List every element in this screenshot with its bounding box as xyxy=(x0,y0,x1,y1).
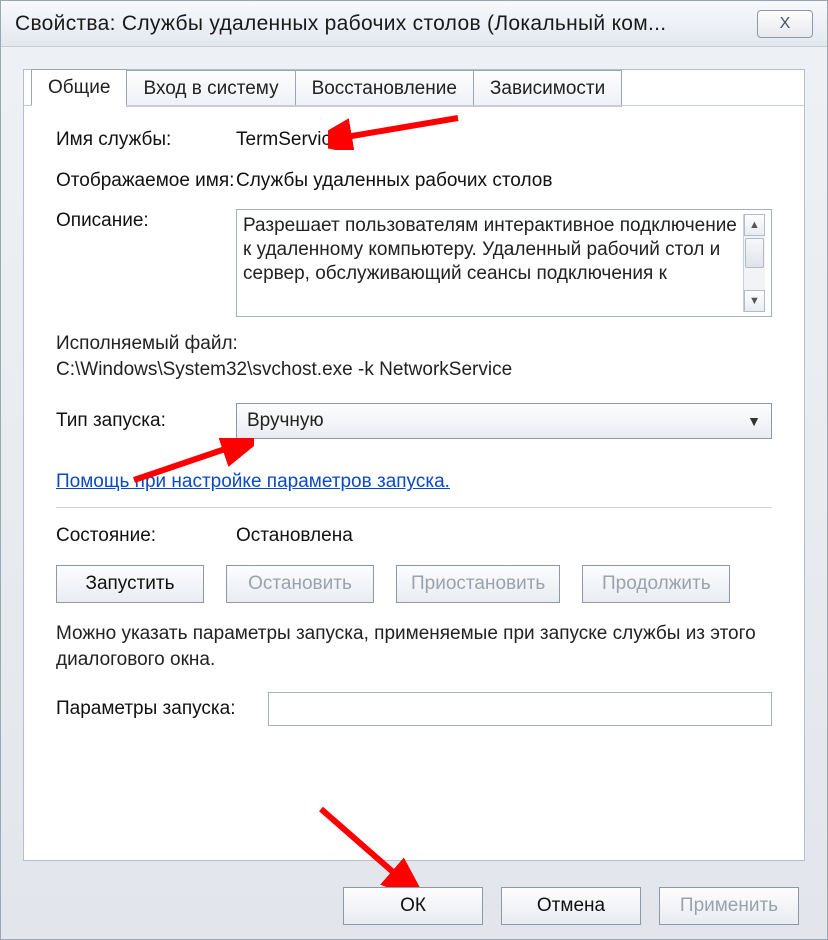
startup-params-input[interactable] xyxy=(268,692,772,726)
state-label: Состояние: xyxy=(56,524,236,549)
content-panel: Общие Вход в систему Восстановление Зави… xyxy=(23,69,805,861)
tabstrip: Общие Вход в систему Восстановление Зави… xyxy=(24,69,804,106)
display-name-value: Службы удаленных рабочих столов xyxy=(236,169,772,194)
executable-path: C:\Windows\System32\svchost.exe -k Netwo… xyxy=(56,359,772,381)
tab-label: Восстановление xyxy=(312,78,457,99)
state-button-row: Запустить Остановить Приостановить Продо… xyxy=(56,565,772,603)
cancel-button[interactable]: Отмена xyxy=(501,887,641,925)
tab-body-general: Имя службы: TermService Отображаемое имя… xyxy=(24,105,804,855)
scroll-thumb[interactable] xyxy=(745,238,764,268)
divider xyxy=(56,507,772,508)
tab-recovery[interactable]: Восстановление xyxy=(295,70,474,107)
tab-general[interactable]: Общие xyxy=(31,69,127,106)
stop-button[interactable]: Остановить xyxy=(226,565,374,603)
dialog-footer: ОК Отмена Применить xyxy=(1,887,827,925)
startup-type-combo[interactable]: Вручную ▼ xyxy=(236,403,772,439)
button-label: Отмена xyxy=(537,895,605,917)
ok-button[interactable]: ОК xyxy=(343,887,483,925)
window-title: Свойства: Службы удаленных рабочих столо… xyxy=(15,12,757,36)
description-box: Разрешает пользователям интерактивное по… xyxy=(236,209,772,317)
tab-dependencies[interactable]: Зависимости xyxy=(473,70,622,107)
executable-label: Исполняемый файл: xyxy=(56,333,772,355)
tab-label: Зависимости xyxy=(490,78,605,99)
button-label: Продолжить xyxy=(602,573,711,595)
button-label: ОК xyxy=(400,895,426,917)
button-label: Запустить xyxy=(85,573,174,595)
close-icon: X xyxy=(780,15,791,33)
dialog-window: Свойства: Службы удаленных рабочих столо… xyxy=(0,0,828,940)
tab-logon[interactable]: Вход в систему xyxy=(126,70,295,107)
apply-button[interactable]: Применить xyxy=(659,887,799,925)
startup-type-label: Тип запуска: xyxy=(56,409,236,434)
description-scrollbar[interactable]: ▲ ▼ xyxy=(743,214,765,312)
chevron-down-icon: ▼ xyxy=(747,413,761,429)
startup-type-value: Вручную xyxy=(247,410,324,432)
pause-button[interactable]: Приостановить xyxy=(396,565,560,603)
description-text: Разрешает пользователям интерактивное по… xyxy=(243,214,743,312)
scroll-down-icon[interactable]: ▼ xyxy=(744,290,765,312)
tab-label: Вход в систему xyxy=(143,78,278,99)
resume-button[interactable]: Продолжить xyxy=(582,565,730,603)
button-label: Приостановить xyxy=(411,573,545,595)
service-name-label: Имя службы: xyxy=(56,128,236,153)
scroll-up-icon[interactable]: ▲ xyxy=(744,214,765,236)
button-label: Применить xyxy=(680,895,778,917)
description-label: Описание: xyxy=(56,209,236,234)
state-value: Остановлена xyxy=(236,524,772,549)
display-name-label: Отображаемое имя: xyxy=(56,169,236,194)
scroll-track[interactable] xyxy=(744,236,765,290)
close-button[interactable]: X xyxy=(757,10,813,38)
tab-label: Общие xyxy=(48,77,110,98)
startup-params-label: Параметры запуска: xyxy=(56,697,266,722)
service-name-value: TermService xyxy=(236,128,772,153)
button-label: Остановить xyxy=(248,573,352,595)
titlebar: Свойства: Службы удаленных рабочих столо… xyxy=(1,1,827,47)
startup-help-link[interactable]: Помощь при настройке параметров запуска. xyxy=(56,471,450,493)
start-button[interactable]: Запустить xyxy=(56,565,204,603)
startup-params-hint: Можно указать параметры запуска, применя… xyxy=(56,621,772,672)
